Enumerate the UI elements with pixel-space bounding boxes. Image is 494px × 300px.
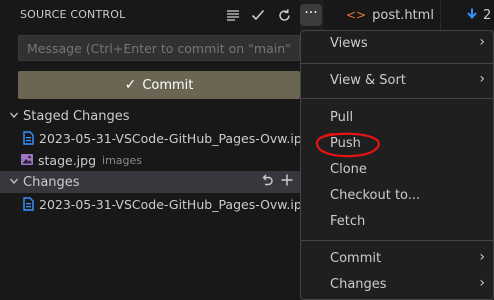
menu-item-view-sort[interactable]: View & Sort › bbox=[301, 68, 493, 92]
chevron-right-icon: › bbox=[479, 71, 485, 87]
view-as-tree-icon[interactable] bbox=[223, 5, 243, 25]
menu-item-label: Changes bbox=[330, 276, 387, 292]
discard-all-icon[interactable] bbox=[258, 173, 276, 191]
changed-file-row[interactable]: 2023-05-31-VSCode-GitHub_Pages-Ovw.ipy..… bbox=[0, 193, 300, 215]
red-circle-annotation bbox=[315, 132, 380, 158]
more-actions-menu: Views › View & Sort › Pull Push Clone Ch… bbox=[300, 30, 494, 300]
menu-item-label: Checkout to... bbox=[330, 187, 421, 203]
chevron-right-icon: › bbox=[479, 275, 485, 291]
tab-post-html[interactable]: <> post.html bbox=[346, 0, 434, 30]
download-file-icon bbox=[467, 8, 477, 23]
menu-item-label: Clone bbox=[330, 161, 367, 177]
tab-divider bbox=[440, 0, 441, 30]
menu-item-label: Pull bbox=[330, 109, 354, 125]
more-actions-button[interactable]: ··· bbox=[300, 4, 322, 26]
menu-item-commit[interactable]: Commit › bbox=[301, 246, 493, 270]
editor-tabs: <> post.html 2 bbox=[324, 0, 494, 30]
panel-title: SOURCE CONTROL bbox=[20, 8, 126, 21]
menu-item-pull[interactable]: Pull bbox=[301, 105, 493, 129]
chevron-down-icon bbox=[5, 110, 23, 123]
tab-label: 2 bbox=[483, 7, 492, 23]
changes-label: Changes bbox=[23, 174, 80, 190]
source-control-header: SOURCE CONTROL bbox=[0, 0, 300, 30]
commit-message-input[interactable] bbox=[18, 35, 300, 61]
commit-button-label: Commit bbox=[142, 77, 194, 93]
menu-item-label: Views bbox=[330, 35, 368, 51]
menu-item-changes[interactable]: Changes › bbox=[301, 272, 493, 296]
staged-changes-header[interactable]: Staged Changes bbox=[0, 105, 300, 127]
refresh-icon[interactable] bbox=[274, 5, 294, 25]
commit-check-icon[interactable] bbox=[248, 5, 268, 25]
tab-2[interactable]: 2 bbox=[467, 0, 491, 30]
jupyter-file-icon bbox=[22, 197, 35, 211]
chevron-right-icon: › bbox=[479, 249, 485, 265]
menu-separator bbox=[301, 98, 493, 99]
file-path: images bbox=[102, 153, 143, 167]
menu-separator bbox=[301, 63, 493, 64]
changes-header[interactable]: Changes bbox=[0, 171, 300, 193]
staged-changes-label: Staged Changes bbox=[23, 108, 130, 124]
file-name: 2023-05-31-VSCode-GitHub_Pages-Ovw.ipy..… bbox=[39, 196, 300, 212]
image-file-icon bbox=[20, 153, 34, 167]
chevron-down-icon bbox=[5, 176, 23, 189]
html-file-icon: <> bbox=[346, 8, 367, 22]
staged-file-row[interactable]: stage.jpg images bbox=[0, 149, 300, 171]
menu-item-fetch[interactable]: Fetch bbox=[301, 209, 493, 233]
file-name: stage.jpg bbox=[38, 152, 97, 168]
menu-item-label: Fetch bbox=[330, 213, 366, 229]
staged-file-row[interactable]: 2023-05-31-VSCode-GitHub_Pages-Ovw.ipy..… bbox=[0, 127, 300, 149]
chevron-right-icon: › bbox=[479, 34, 485, 50]
jupyter-file-icon bbox=[22, 131, 35, 145]
check-icon: ✓ bbox=[124, 77, 137, 93]
menu-separator bbox=[301, 240, 493, 241]
stage-all-icon[interactable] bbox=[278, 173, 296, 191]
commit-button[interactable]: ✓ Commit bbox=[18, 71, 300, 99]
menu-item-label: Commit bbox=[330, 250, 382, 266]
tab-label: post.html bbox=[372, 7, 434, 23]
more-actions-icon: ··· bbox=[304, 5, 318, 21]
menu-item-checkout[interactable]: Checkout to... bbox=[301, 183, 493, 207]
file-name: 2023-05-31-VSCode-GitHub_Pages-Ovw.ipy..… bbox=[39, 130, 300, 146]
menu-item-views[interactable]: Views › bbox=[301, 31, 493, 55]
source-control-panel: SOURCE CONTROL ··· ✓ Commit Staged Chang… bbox=[0, 0, 322, 300]
menu-item-clone[interactable]: Clone bbox=[301, 157, 493, 181]
menu-item-label: View & Sort bbox=[330, 72, 406, 88]
